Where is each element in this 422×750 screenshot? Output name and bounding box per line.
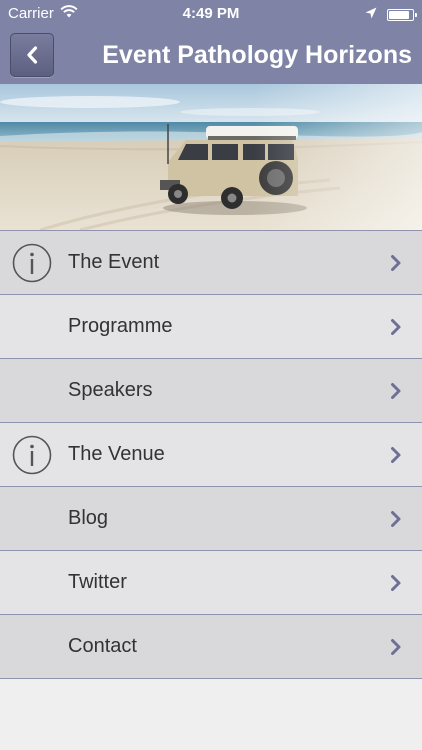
chevron-right-icon <box>391 255 401 271</box>
chevron-left-icon <box>27 46 38 64</box>
beach-4wd-vehicle-photo <box>0 84 422 230</box>
menu-item-label: Twitter <box>68 571 127 593</box>
menu-item-contact[interactable]: Contact <box>0 615 422 679</box>
menu-item-the-event[interactable]: The Event <box>0 230 422 295</box>
app-screen: Carrier 4:49 PM Event Pathology Horizons… <box>0 0 422 750</box>
menu-item-label: The Venue <box>68 443 165 465</box>
menu-item-blog[interactable]: Blog <box>0 487 422 551</box>
chevron-right-icon <box>391 575 401 591</box>
navigation-bar: Event Pathology Horizons <box>0 28 422 84</box>
menu-item-label: The Event <box>68 251 160 273</box>
status-right <box>365 6 417 23</box>
menu-item-the-venue[interactable]: The Venue <box>0 423 422 487</box>
chevron-right-icon <box>391 319 401 335</box>
menu-item-speakers[interactable]: Speakers <box>0 359 422 423</box>
location-arrow-icon <box>365 6 377 23</box>
page-title: Event Pathology Horizons <box>102 41 412 69</box>
info-icon <box>12 243 52 283</box>
menu-item-label: Contact <box>68 635 137 657</box>
back-button[interactable] <box>10 33 54 77</box>
status-bar: Carrier 4:49 PM <box>0 0 422 28</box>
battery-icon <box>387 8 417 21</box>
status-time: 4:49 PM <box>182 5 240 22</box>
menu-item-twitter[interactable]: Twitter <box>0 551 422 615</box>
info-icon <box>12 435 52 475</box>
chevron-right-icon <box>391 447 401 463</box>
battery-fill <box>389 10 409 19</box>
menu-list: The Event Programme Speakers The Venue B… <box>0 230 422 679</box>
menu-item-label: Blog <box>68 507 109 529</box>
banner-image <box>0 84 422 230</box>
menu-item-label: Speakers <box>68 379 153 401</box>
chevron-right-icon <box>391 511 401 527</box>
chevron-right-icon <box>391 639 401 655</box>
menu-item-programme[interactable]: Programme <box>0 295 422 359</box>
menu-item-label: Programme <box>68 315 173 337</box>
chevron-right-icon <box>391 383 401 399</box>
battery-tip <box>415 12 417 17</box>
